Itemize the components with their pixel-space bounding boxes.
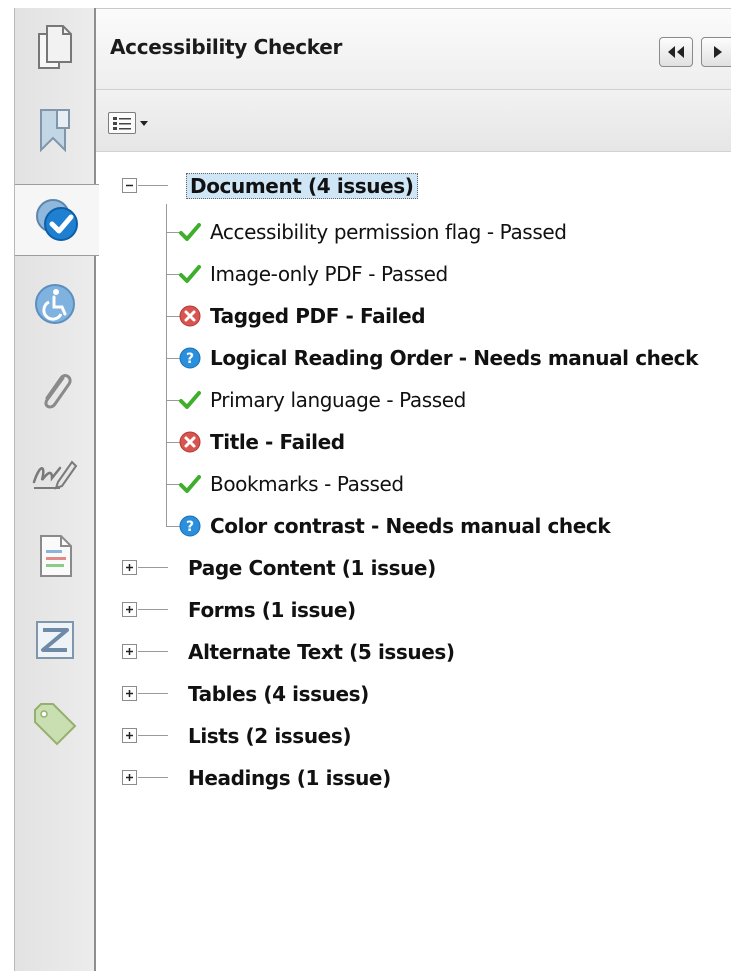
document-group-label: Document (4 issues) [186, 173, 418, 199]
next-panel-button[interactable] [701, 37, 731, 67]
section-group-label: Headings (1 issue) [188, 766, 391, 790]
expand-section-toggle[interactable] [122, 686, 137, 701]
check-icon [178, 262, 202, 286]
section-group-label: Lists (2 issues) [188, 724, 352, 748]
error-icon [178, 430, 202, 454]
tags-button[interactable] [15, 688, 95, 760]
play-right-icon [714, 46, 722, 58]
check-result-item[interactable]: Tagged PDF - Failed [178, 296, 426, 336]
help-question-icon: ? [178, 514, 202, 538]
accessibility-button[interactable] [15, 268, 95, 340]
order-button[interactable] [15, 604, 95, 676]
check-result-label: Logical Reading Order - Needs manual che… [210, 346, 699, 370]
svg-text:?: ? [186, 351, 194, 367]
panel-header: Accessibility Checker [96, 8, 731, 90]
error-icon [178, 304, 202, 328]
attachment-paperclip-icon [44, 374, 72, 409]
tree-connector [138, 735, 168, 736]
bookmark-icon [40, 109, 70, 153]
bookmarks-button[interactable] [15, 94, 95, 166]
panel-title: Accessibility Checker [110, 35, 343, 59]
accessibility-checker-button[interactable] [15, 184, 99, 256]
order-icon [36, 621, 74, 659]
check-result-item[interactable]: ? Color contrast - Needs manual check [178, 506, 611, 546]
tree-connector [138, 185, 168, 186]
expand-section-toggle[interactable] [122, 728, 137, 743]
expand-section-toggle[interactable] [122, 560, 137, 575]
collapse-document-toggle[interactable] [122, 178, 137, 193]
options-menu-button[interactable] [108, 112, 148, 134]
section-group[interactable]: Forms (1 issue) [188, 590, 356, 630]
check-icon [178, 388, 202, 412]
check-icon [178, 220, 202, 244]
signatures-button[interactable] [15, 438, 95, 510]
check-result-item[interactable]: Image-only PDF - Passed [178, 254, 448, 294]
tree-connector [138, 609, 168, 610]
section-group-label: Tables (4 issues) [188, 682, 369, 706]
help-question-icon: ? [178, 346, 202, 370]
pages-button[interactable] [15, 10, 95, 82]
section-group[interactable]: Headings (1 issue) [188, 758, 391, 798]
list-options-icon [108, 112, 136, 134]
expand-section-toggle[interactable] [122, 644, 137, 659]
signature-icon [32, 460, 78, 490]
tree-connector [138, 693, 168, 694]
check-result-label: Primary language - Passed [210, 388, 466, 412]
section-group[interactable]: Alternate Text (5 issues) [188, 632, 455, 672]
check-result-label: Accessibility permission flag - Passed [210, 220, 567, 244]
navigation-pane [14, 8, 99, 971]
document-group[interactable]: Document (4 issues) [186, 166, 418, 206]
check-result-label: Image-only PDF - Passed [210, 262, 448, 286]
section-group[interactable]: Tables (4 issues) [188, 674, 369, 714]
expand-section-toggle[interactable] [122, 602, 137, 617]
check-result-label: Color contrast - Needs manual check [210, 514, 611, 538]
tree-connector [138, 567, 168, 568]
section-group[interactable]: Lists (2 issues) [188, 716, 351, 756]
section-group-label: Forms (1 issue) [188, 598, 356, 622]
check-result-label: Bookmarks - Passed [210, 472, 404, 496]
attachments-button[interactable] [15, 354, 95, 426]
check-result-item[interactable]: Accessibility permission flag - Passed [178, 212, 567, 252]
check-result-label: Title - Failed [210, 430, 345, 454]
check-result-item[interactable]: Bookmarks - Passed [178, 464, 404, 504]
svg-text:?: ? [186, 519, 194, 535]
section-group-label: Page Content (1 issue) [188, 556, 436, 580]
section-group[interactable]: Page Content (1 issue) [188, 548, 436, 588]
content-document-icon [40, 535, 72, 577]
accessibility-icon [35, 284, 75, 324]
check-result-item[interactable]: Title - Failed [178, 422, 345, 462]
collapse-panel-button[interactable] [659, 37, 693, 67]
section-group-label: Alternate Text (5 issues) [188, 640, 455, 664]
checker-toolbar [96, 90, 731, 152]
tag-icon [34, 703, 77, 746]
check-result-item[interactable]: ? Logical Reading Order - Needs manual ch… [178, 338, 698, 378]
tree-vertical-line [166, 204, 167, 526]
check-icon [178, 472, 202, 496]
content-button[interactable] [15, 520, 95, 592]
chevron-down-icon [140, 120, 148, 126]
accessibility-check-icon [36, 199, 78, 241]
rewind-icon [668, 46, 684, 58]
results-tree: Document (4 issues) Accessibility permiss… [96, 152, 731, 971]
pages-icon [38, 25, 72, 69]
tree-connector [138, 651, 168, 652]
acrobat-window: Accessibility Checker Document (4 issues… [0, 0, 731, 971]
check-result-item[interactable]: Primary language - Passed [178, 380, 466, 420]
tree-connector [138, 777, 168, 778]
check-result-label: Tagged PDF - Failed [210, 304, 426, 328]
expand-section-toggle[interactable] [122, 770, 137, 785]
accessibility-checker-panel: Accessibility Checker Document (4 issues… [96, 8, 731, 971]
